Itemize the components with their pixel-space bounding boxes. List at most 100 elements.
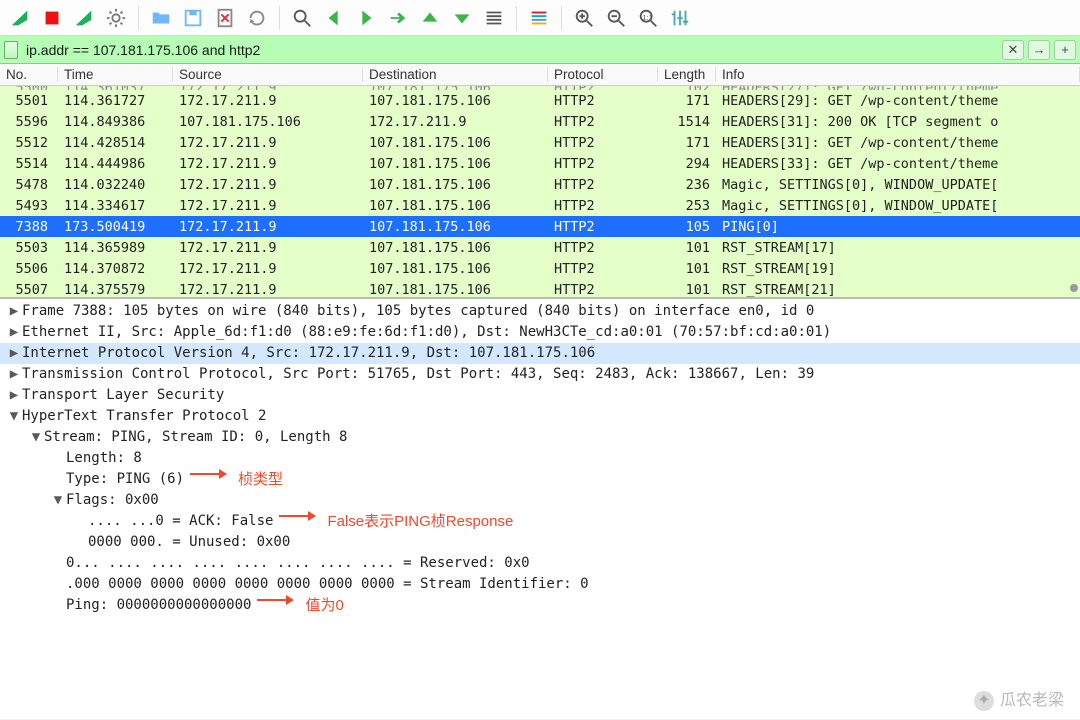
fwd-icon[interactable] — [352, 4, 380, 32]
packet-list-body[interactable]: 5500114.361037172.17.211.9107.181.175.10… — [0, 86, 1080, 299]
packet-row[interactable]: 5514114.444986172.17.211.9107.181.175.10… — [0, 153, 1080, 174]
cell-src: 172.17.211.9 — [173, 282, 363, 298]
packet-row[interactable]: 5512114.428514172.17.211.9107.181.175.10… — [0, 132, 1080, 153]
cell-info: HEADERS[33]: GET /wp-content/theme — [716, 156, 1080, 172]
colorize-icon[interactable] — [525, 4, 553, 32]
clear-filter-button[interactable]: ✕ — [1002, 40, 1024, 60]
packet-row[interactable]: 5501114.361727172.17.211.9107.181.175.10… — [0, 90, 1080, 111]
cell-len: 171 — [658, 93, 716, 109]
column-header[interactable]: No. — [0, 67, 58, 82]
resize-cols-icon[interactable] — [666, 4, 694, 32]
cell-no: 5506 — [0, 261, 58, 277]
tree-ip[interactable]: ▶Internet Protocol Version 4, Src: 172.1… — [0, 343, 1080, 364]
column-header[interactable]: Length — [658, 67, 716, 82]
reload-icon[interactable] — [243, 4, 271, 32]
column-header[interactable]: Protocol — [548, 67, 658, 82]
add-filter-button[interactable]: + — [1054, 40, 1076, 60]
cell-len: 105 — [658, 219, 716, 235]
display-filter-input[interactable] — [22, 40, 998, 60]
cell-no: 7388 — [0, 219, 58, 235]
packet-row[interactable]: 5493114.334617172.17.211.9107.181.175.10… — [0, 195, 1080, 216]
packet-row[interactable]: 5507114.375579172.17.211.9107.181.175.10… — [0, 279, 1080, 299]
apply-filter-button[interactable]: → — [1028, 40, 1050, 60]
packet-row[interactable]: 7388173.500419172.17.211.9107.181.175.10… — [0, 216, 1080, 237]
cell-time: 173.500419 — [58, 219, 173, 235]
field-ack[interactable]: .... ...0 = ACK: FalseFalse表示PING桢Respon… — [0, 511, 1080, 532]
cell-dst: 107.181.175.106 — [363, 93, 548, 109]
cell-proto: HTTP2 — [548, 135, 658, 151]
restart-icon[interactable] — [70, 4, 98, 32]
cell-len: 101 — [658, 240, 716, 256]
main-toolbar: 1:1 — [0, 0, 1080, 36]
cell-dst: 107.181.175.106 — [363, 261, 548, 277]
tree-flags[interactable]: ▼Flags: 0x00 — [0, 490, 1080, 511]
packet-row[interactable]: 5506114.370872172.17.211.9107.181.175.10… — [0, 258, 1080, 279]
field-unused[interactable]: 0000 000. = Unused: 0x00 — [0, 532, 1080, 553]
field-streamid[interactable]: .000 0000 0000 0000 0000 0000 0000 0000 … — [0, 574, 1080, 595]
cell-no: 5478 — [0, 177, 58, 193]
goto-icon[interactable] — [384, 4, 412, 32]
options-icon[interactable] — [102, 4, 130, 32]
packet-row[interactable]: 5500114.361037172.17.211.9107.181.175.10… — [0, 86, 1080, 90]
packet-row[interactable]: 5596114.849386107.181.175.106172.17.211.… — [0, 111, 1080, 132]
cell-info: HEADERS[27]: GET /wp-content/theme — [716, 86, 1080, 90]
toolbar-separator — [516, 6, 517, 30]
column-header[interactable]: Time — [58, 67, 173, 82]
auto-scroll-icon[interactable] — [480, 4, 508, 32]
zoom-in-icon[interactable] — [570, 4, 598, 32]
cell-proto: HTTP2 — [548, 156, 658, 172]
field-type[interactable]: Type: PING (6)桢类型 — [0, 469, 1080, 490]
field-reserved[interactable]: 0... .... .... .... .... .... .... .... … — [0, 553, 1080, 574]
cell-no: 5512 — [0, 135, 58, 151]
cell-time: 114.849386 — [58, 114, 173, 130]
cell-src: 107.181.175.106 — [173, 114, 363, 130]
tree-frame[interactable]: ▶Frame 7388: 105 bytes on wire (840 bits… — [0, 301, 1080, 322]
cell-proto: HTTP2 — [548, 93, 658, 109]
cell-src: 172.17.211.9 — [173, 86, 363, 90]
cell-proto: HTTP2 — [548, 219, 658, 235]
tree-tls[interactable]: ▶Transport Layer Security — [0, 385, 1080, 406]
cell-info: HEADERS[31]: 200 OK [TCP segment o — [716, 114, 1080, 130]
tree-http2[interactable]: ▼HyperText Transfer Protocol 2 — [0, 406, 1080, 427]
back-icon[interactable] — [320, 4, 348, 32]
cell-proto: HTTP2 — [548, 282, 658, 298]
tree-tcp[interactable]: ▶Transmission Control Protocol, Src Port… — [0, 364, 1080, 385]
cell-time: 114.375579 — [58, 282, 173, 298]
cell-len: 171 — [658, 135, 716, 151]
cell-no: 5493 — [0, 198, 58, 214]
packet-details-pane[interactable]: ▶Frame 7388: 105 bytes on wire (840 bits… — [0, 299, 1080, 719]
cell-no: 5501 — [0, 93, 58, 109]
filter-bookmark-icon[interactable] — [4, 41, 18, 59]
cell-src: 172.17.211.9 — [173, 135, 363, 151]
cell-dst: 172.17.211.9 — [363, 114, 548, 130]
open-icon[interactable] — [147, 4, 175, 32]
cell-src: 172.17.211.9 — [173, 198, 363, 214]
svg-text:1:1: 1:1 — [643, 12, 653, 21]
cell-proto: HTTP2 — [548, 177, 658, 193]
cell-info: PING[0] — [716, 219, 1080, 235]
zoom-out-icon[interactable] — [602, 4, 630, 32]
cell-time: 114.361037 — [58, 86, 173, 90]
column-header[interactable]: Info — [716, 67, 1080, 82]
cell-dst: 107.181.175.106 — [363, 219, 548, 235]
close-icon[interactable] — [211, 4, 239, 32]
first-icon[interactable] — [416, 4, 444, 32]
packet-row[interactable]: 5503114.365989172.17.211.9107.181.175.10… — [0, 237, 1080, 258]
cell-len: 253 — [658, 198, 716, 214]
field-ping[interactable]: Ping: 0000000000000000值为0 — [0, 595, 1080, 616]
tree-ethernet[interactable]: ▶Ethernet II, Src: Apple_6d:f1:d0 (88:e9… — [0, 322, 1080, 343]
stop-icon[interactable] — [38, 4, 66, 32]
tree-stream[interactable]: ▼Stream: PING, Stream ID: 0, Length 8 — [0, 427, 1080, 448]
column-header[interactable]: Source — [173, 67, 363, 82]
packet-row[interactable]: 5478114.032240172.17.211.9107.181.175.10… — [0, 174, 1080, 195]
save-icon[interactable] — [179, 4, 207, 32]
scrollbar-thumb[interactable] — [1070, 284, 1078, 292]
field-length[interactable]: Length: 8 — [0, 448, 1080, 469]
cell-src: 172.17.211.9 — [173, 156, 363, 172]
last-icon[interactable] — [448, 4, 476, 32]
shark-icon[interactable] — [6, 4, 34, 32]
cell-proto: HTTP2 — [548, 114, 658, 130]
find-icon[interactable] — [288, 4, 316, 32]
column-header[interactable]: Destination — [363, 67, 548, 82]
zoom-reset-icon[interactable]: 1:1 — [634, 4, 662, 32]
